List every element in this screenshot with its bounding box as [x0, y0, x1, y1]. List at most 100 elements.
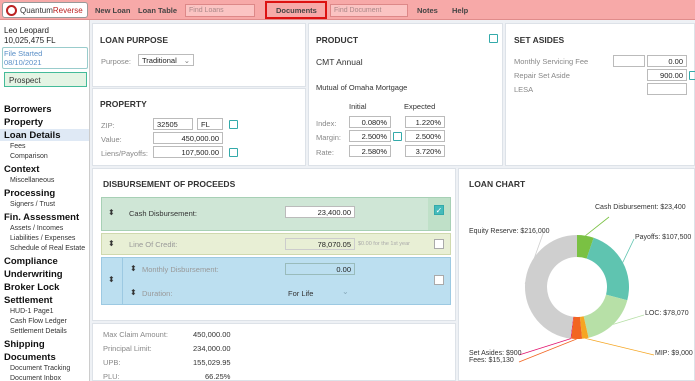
repair-amount-field[interactable]: 900.00 [647, 69, 687, 81]
purpose-label: Purpose: [101, 57, 132, 66]
app-logo[interactable]: Quantum Reverse [2, 2, 88, 18]
zip-field[interactable]: 32505 [153, 118, 193, 130]
edit-icon[interactable] [689, 71, 695, 80]
duration-select[interactable]: For Life [288, 289, 313, 298]
loc-note: $0.00 for the 1st year [358, 241, 410, 247]
property-value-field[interactable]: 450,000.00 [153, 132, 223, 144]
cash-disbursement-row: ⬍ Cash Disbursement: 23,400.00 ✓ [101, 197, 451, 231]
nav-new-loan[interactable]: New Loan [95, 6, 130, 15]
product-panel: PRODUCT CMT Annual Mutual of Omaha Mortg… [308, 23, 503, 166]
reorder-icon[interactable]: ⬍ [108, 208, 115, 217]
slice-label: MIP: $9,000 [655, 350, 693, 357]
zip-label: ZIP: [101, 121, 115, 130]
leader-line [622, 238, 635, 263]
borrower-name[interactable]: Leo Leopard [4, 26, 49, 35]
loc-checkbox[interactable] [434, 239, 444, 249]
loc-field[interactable]: 78,070.05 [285, 238, 355, 250]
sidebar-subitem-miscellaneous[interactable]: Miscellaneous [10, 177, 54, 184]
sidebar-item-settlement[interactable]: Settlement [4, 295, 53, 306]
plu-value: 66.25% [205, 372, 231, 381]
loan-chart-panel: LOAN CHART Cash Disbursement: $23,400 Pay… [458, 168, 695, 381]
sidebar-item-underwriting[interactable]: Underwriting [4, 269, 63, 280]
reorder-icon[interactable]: ⬍ [130, 264, 137, 273]
col-expected: Expected [404, 102, 436, 111]
sidebar-subitem-liabilities-expenses[interactable]: Liabilities / Expenses [10, 235, 75, 242]
chevron-down-icon[interactable]: ⌄ [342, 287, 349, 296]
monthly-field[interactable]: 0.00 [285, 263, 355, 275]
monthly-servicing-amount[interactable]: 0.00 [647, 55, 687, 67]
nav-help[interactable]: Help [452, 6, 468, 15]
sidebar-subitem-signers-trust[interactable]: Signers / Trust [10, 201, 55, 208]
principal-value: 234,000.00 [193, 344, 231, 353]
index-initial-field[interactable]: 0.080% [349, 116, 391, 128]
slice-equity-reserve[interactable] [524, 235, 577, 339]
disbursement-title: DISBURSEMENT OF PROCEEDS [103, 179, 236, 189]
slice-label: Cash Disbursement: $23,400 [595, 204, 686, 211]
sidebar-item-shipping[interactable]: Shipping [4, 339, 45, 350]
nav-loan-table[interactable]: Loan Table [138, 6, 177, 15]
upb-label: UPB: [103, 358, 121, 367]
state-field[interactable]: FL [197, 118, 223, 130]
lesa-field[interactable] [647, 83, 687, 95]
sidebar-subitem-document-inbox[interactable]: Document Inbox [10, 375, 61, 381]
sidebar-subitem-assets-incomes[interactable]: Assets / Incomes [10, 225, 63, 232]
property-title: PROPERTY [100, 99, 147, 109]
sidebar-item-fin-assessment[interactable]: Fin. Assessment [4, 212, 79, 223]
sidebar-subitem-settlement-details[interactable]: Settlement Details [10, 328, 67, 335]
index-expected-field[interactable]: 1.220% [405, 116, 445, 128]
sidebar-item-processing[interactable]: Processing [4, 188, 55, 199]
status-badge[interactable]: Prospect [4, 72, 87, 87]
sidebar-item-loan-details[interactable]: Loan Details [4, 130, 61, 141]
reorder-icon[interactable]: ⬍ [130, 288, 137, 297]
cash-label: Cash Disbursement: [129, 209, 197, 218]
margin-initial-field[interactable]: 2.500% [349, 130, 391, 142]
max-claim-label: Max Claim Amount: [103, 330, 169, 339]
sidebar-subitem-document-tracking[interactable]: Document Tracking [10, 365, 70, 372]
file-started-label: File Started [4, 49, 43, 58]
liens-field[interactable]: 107,500.00 [153, 146, 223, 158]
sidebar-item-compliance[interactable]: Compliance [4, 256, 58, 267]
sidebar-item-property[interactable]: Property [4, 117, 43, 128]
cash-checkbox[interactable]: ✓ [434, 205, 444, 215]
margin-label: Margin: [316, 133, 342, 142]
sidebar-subitem-hud-1-page1[interactable]: HUD-1 Page1 [10, 308, 54, 315]
disbursement-panel: DISBURSEMENT OF PROCEEDS ⬍ Cash Disburse… [92, 168, 456, 321]
rate-label: Rate: [316, 148, 334, 157]
sidebar-subitem-schedule-of-real-estate[interactable]: Schedule of Real Estate [10, 245, 85, 252]
slice-payoffs[interactable] [586, 237, 629, 301]
edit-icon[interactable] [393, 132, 402, 141]
sidebar-item-borrowers[interactable]: Borrowers [4, 104, 52, 115]
monthly-checkbox[interactable] [434, 275, 444, 285]
reorder-icon[interactable]: ⬍ [108, 239, 115, 248]
purpose-select[interactable]: Traditional ⌄ [138, 54, 194, 66]
product-title: PRODUCT [316, 35, 359, 45]
monthly-servicing-field[interactable] [613, 55, 645, 67]
line-of-credit-row: ⬍ Line Of Credit: 78,070.05 $0.00 for th… [101, 233, 451, 255]
sidebar-item-broker-lock[interactable]: Broker Lock [4, 282, 59, 293]
logo-text: Quantum [20, 5, 53, 15]
find-document-input[interactable]: Find Document [330, 4, 408, 17]
sidebar-item-context[interactable]: Context [4, 164, 39, 175]
edit-icon[interactable] [489, 34, 498, 43]
slice-label: Fees: $15,130 [469, 357, 514, 364]
margin-expected-field[interactable]: 2.500% [405, 130, 445, 142]
find-loans-input[interactable]: Find Loans [185, 4, 255, 17]
reorder-icon[interactable]: ⬍ [108, 275, 115, 284]
logo-ring-icon [6, 4, 17, 16]
sidebar-subitem-comparison[interactable]: Comparison [10, 153, 48, 160]
edit-icon[interactable] [229, 120, 238, 129]
cash-field[interactable]: 23,400.00 [285, 206, 355, 218]
sidebar-subitem-cash-flow-ledger[interactable]: Cash Flow Ledger [10, 318, 67, 325]
rate-initial-field[interactable]: 2.580% [349, 145, 391, 157]
max-claim-value: 450,000.00 [193, 330, 231, 339]
property-panel: PROPERTY ZIP: 32505 FL Value: 450,000.00… [92, 88, 306, 166]
slice-loc[interactable] [583, 294, 628, 338]
row-divider [122, 258, 123, 304]
sidebar-subitem-fees[interactable]: Fees [10, 143, 26, 150]
nav-notes[interactable]: Notes [417, 6, 438, 15]
edit-icon[interactable] [229, 148, 238, 157]
duration-label: Duration: [142, 289, 173, 298]
rate-expected-field[interactable]: 3.720% [405, 145, 445, 157]
set-asides-panel: SET ASIDES Monthly Servicing Fee 0.00 Re… [505, 23, 695, 166]
sidebar-item-documents[interactable]: Documents [4, 352, 56, 363]
